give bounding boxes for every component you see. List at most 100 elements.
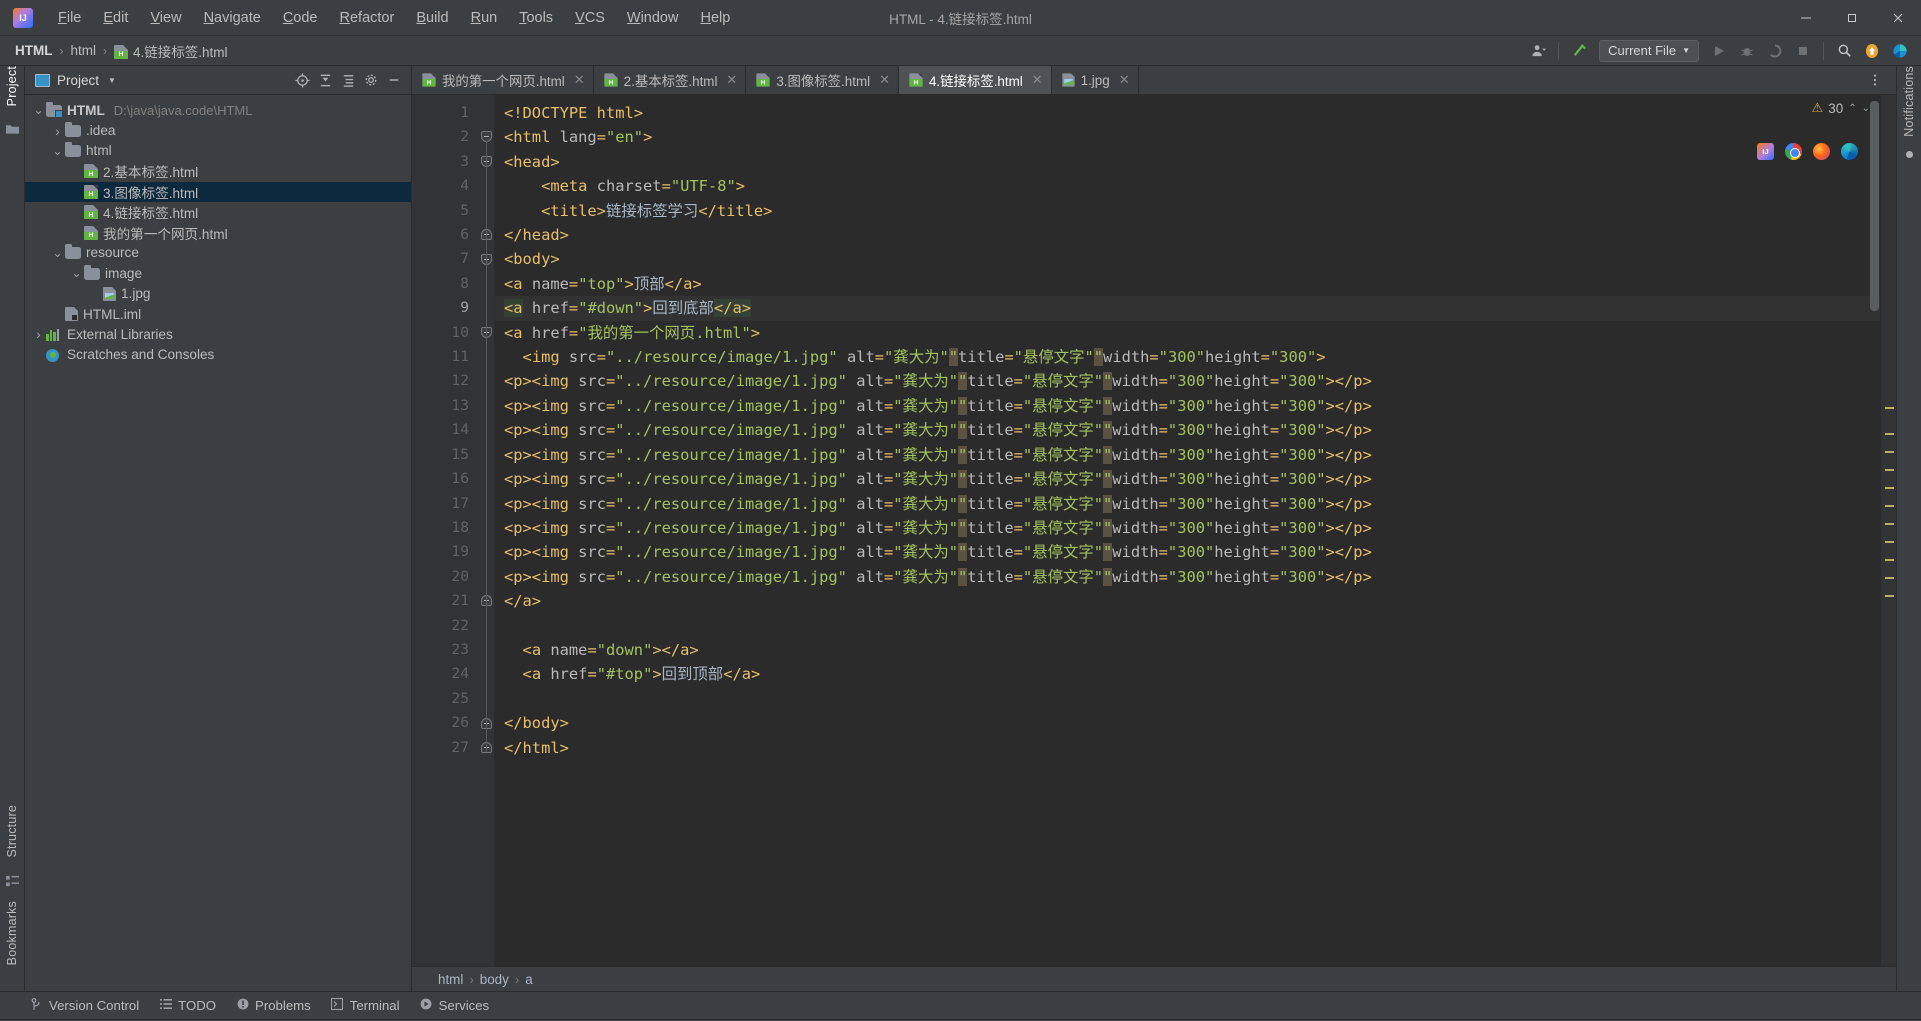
error-stripe-marker-1[interactable] — [1885, 433, 1894, 435]
tool-window-problems[interactable]: Problems — [236, 998, 311, 1013]
inspection-widget[interactable]: ⚠ 30 ⌃ ⌄ — [1812, 100, 1870, 116]
close-tab-icon[interactable]: ✕ — [726, 72, 737, 88]
run-with-coverage-button[interactable] — [1762, 39, 1788, 63]
tree-item-3.图像标签.html[interactable]: 3.图像标签.html — [25, 181, 411, 202]
tool-window-todo[interactable]: TODO — [159, 998, 216, 1013]
chevron-down-icon[interactable]: ⌄ — [50, 144, 65, 158]
code-line-13[interactable]: <p><img src="../resource/image/1.jpg" al… — [494, 394, 1880, 418]
line-number-8[interactable]: 8 — [412, 272, 478, 296]
close-tab-icon[interactable]: ✕ — [574, 72, 585, 88]
error-stripe-marker-8[interactable] — [1885, 559, 1894, 561]
user-account-icon[interactable] — [1525, 39, 1551, 63]
tree-item-4.链接标签.html[interactable]: 4.链接标签.html — [25, 202, 411, 222]
code-line-8[interactable]: <a name="top">顶部</a> — [494, 272, 1880, 296]
search-everywhere-icon[interactable] — [1831, 39, 1857, 63]
code-line-22[interactable] — [494, 614, 1880, 638]
menu-code[interactable]: Code — [272, 6, 329, 30]
menu-refactor[interactable]: Refactor — [329, 6, 406, 30]
line-number-5[interactable]: 5 — [412, 199, 478, 223]
tree-item-2.基本标签.html[interactable]: 2.基本标签.html — [25, 161, 411, 181]
close-tab-icon[interactable]: ✕ — [1032, 72, 1043, 88]
breadcrumb-item-0[interactable]: HTML — [11, 41, 57, 60]
code-line-3[interactable]: <head> — [494, 150, 1880, 174]
line-number-26[interactable]: 26 — [412, 711, 478, 735]
chevron-right-icon[interactable]: › — [50, 123, 65, 139]
code-line-23[interactable]: <a name="down"></a> — [494, 638, 1880, 662]
rail-item-project[interactable]: Project — [5, 66, 19, 114]
chevron-down-icon[interactable]: ⌄ — [50, 246, 65, 260]
error-stripe-marker-2[interactable] — [1885, 451, 1894, 453]
line-number-17[interactable]: 17 — [412, 492, 478, 516]
menu-help[interactable]: Help — [689, 6, 741, 30]
code-line-25[interactable] — [494, 687, 1880, 711]
code-line-16[interactable]: <p><img src="../resource/image/1.jpg" al… — [494, 467, 1880, 491]
select-opened-file-icon[interactable] — [291, 69, 313, 91]
code-line-26[interactable]: </body> — [494, 711, 1880, 735]
code-line-7[interactable]: <body> — [494, 247, 1880, 271]
code-breadcrumb-a[interactable]: a — [519, 972, 538, 987]
structure-icon[interactable] — [5, 875, 19, 891]
tree-item-.idea[interactable]: › .idea — [25, 120, 411, 140]
rail-item-notifications[interactable]: Notifications — [1902, 66, 1916, 145]
update-available-icon[interactable] — [1859, 39, 1885, 63]
line-number-19[interactable]: 19 — [412, 540, 478, 564]
tree-item-Scratches and Consoles[interactable]: Scratches and Consoles — [25, 345, 411, 365]
menu-navigate[interactable]: Navigate — [193, 6, 272, 30]
code-line-14[interactable]: <p><img src="../resource/image/1.jpg" al… — [494, 418, 1880, 442]
code-line-17[interactable]: <p><img src="../resource/image/1.jpg" al… — [494, 492, 1880, 516]
intellij-preview-icon[interactable] — [1757, 143, 1774, 160]
error-stripe-marker-10[interactable] — [1885, 595, 1894, 597]
error-stripe-marker-3[interactable] — [1885, 469, 1894, 471]
close-button[interactable] — [1875, 0, 1921, 36]
chrome-icon[interactable] — [1785, 143, 1802, 160]
chevron-down-icon[interactable]: ⌄ — [31, 103, 46, 117]
code-folding-gutter[interactable] — [478, 95, 494, 966]
breadcrumb-item-1[interactable]: html — [67, 41, 101, 60]
tree-item-resource[interactable]: ⌄ resource — [25, 243, 411, 263]
build-hammer-icon[interactable] — [1566, 39, 1592, 63]
tree-item-html[interactable]: ⌄ html — [25, 141, 411, 161]
debug-button[interactable] — [1734, 39, 1760, 63]
line-number-18[interactable]: 18 — [412, 516, 478, 540]
line-number-20[interactable]: 20 — [412, 565, 478, 589]
line-number-9[interactable]: 9 — [412, 296, 478, 320]
chevron-right-icon[interactable]: › — [31, 326, 46, 342]
run-button[interactable] — [1706, 39, 1732, 63]
tree-item-我的第一个网页.html[interactable]: 我的第一个网页.html — [25, 222, 411, 242]
editor-tab-2.基本标签.html[interactable]: 2.基本标签.html ✕ — [594, 66, 747, 94]
hide-panel-icon[interactable] — [383, 69, 405, 91]
error-stripe-marker-5[interactable] — [1885, 505, 1894, 507]
code-breadcrumb-body[interactable]: body — [474, 972, 515, 987]
menu-build[interactable]: Build — [405, 6, 459, 30]
code-line-4[interactable]: <meta charset="UTF-8"> — [494, 174, 1880, 198]
menu-edit[interactable]: Edit — [92, 6, 139, 30]
code-line-15[interactable]: <p><img src="../resource/image/1.jpg" al… — [494, 443, 1880, 467]
line-number-15[interactable]: 15 — [412, 443, 478, 467]
line-number-2[interactable]: 2 — [412, 125, 478, 149]
code-line-20[interactable]: <p><img src="../resource/image/1.jpg" al… — [494, 565, 1880, 589]
editor-options-icon[interactable] — [1862, 68, 1888, 92]
menu-run[interactable]: Run — [460, 6, 509, 30]
code-line-24[interactable]: <a href="#top">回到顶部</a> — [494, 662, 1880, 686]
line-number-1[interactable]: 1 — [412, 101, 478, 125]
editor-tab-1.jpg[interactable]: 1.jpg ✕ — [1052, 66, 1139, 94]
expand-all-icon[interactable] — [314, 69, 336, 91]
error-stripe-markers[interactable] — [1880, 95, 1896, 966]
tree-item-1.jpg[interactable]: 1.jpg — [25, 284, 411, 304]
tool-window-version-control[interactable]: Version Control — [30, 997, 139, 1014]
line-number-7[interactable]: 7 — [412, 247, 478, 271]
line-number-13[interactable]: 13 — [412, 394, 478, 418]
run-configuration-selector[interactable]: Current File ▼ — [1599, 39, 1699, 62]
chevron-up-icon[interactable]: ⌃ — [1848, 103, 1856, 114]
settings-gear-icon[interactable] — [360, 69, 382, 91]
menu-file[interactable]: File — [47, 6, 92, 30]
rail-item-structure[interactable]: Structure — [5, 805, 19, 866]
error-stripe-marker-9[interactable] — [1885, 577, 1894, 579]
line-number-14[interactable]: 14 — [412, 418, 478, 442]
chevron-down-icon[interactable]: ▼ — [108, 76, 116, 85]
editor-tab-3.图像标签.html[interactable]: 3.图像标签.html ✕ — [746, 66, 899, 94]
menu-view[interactable]: View — [139, 6, 192, 30]
line-number-22[interactable]: 22 — [412, 614, 478, 638]
close-tab-icon[interactable]: ✕ — [879, 72, 890, 88]
firefox-icon[interactable] — [1813, 143, 1830, 160]
